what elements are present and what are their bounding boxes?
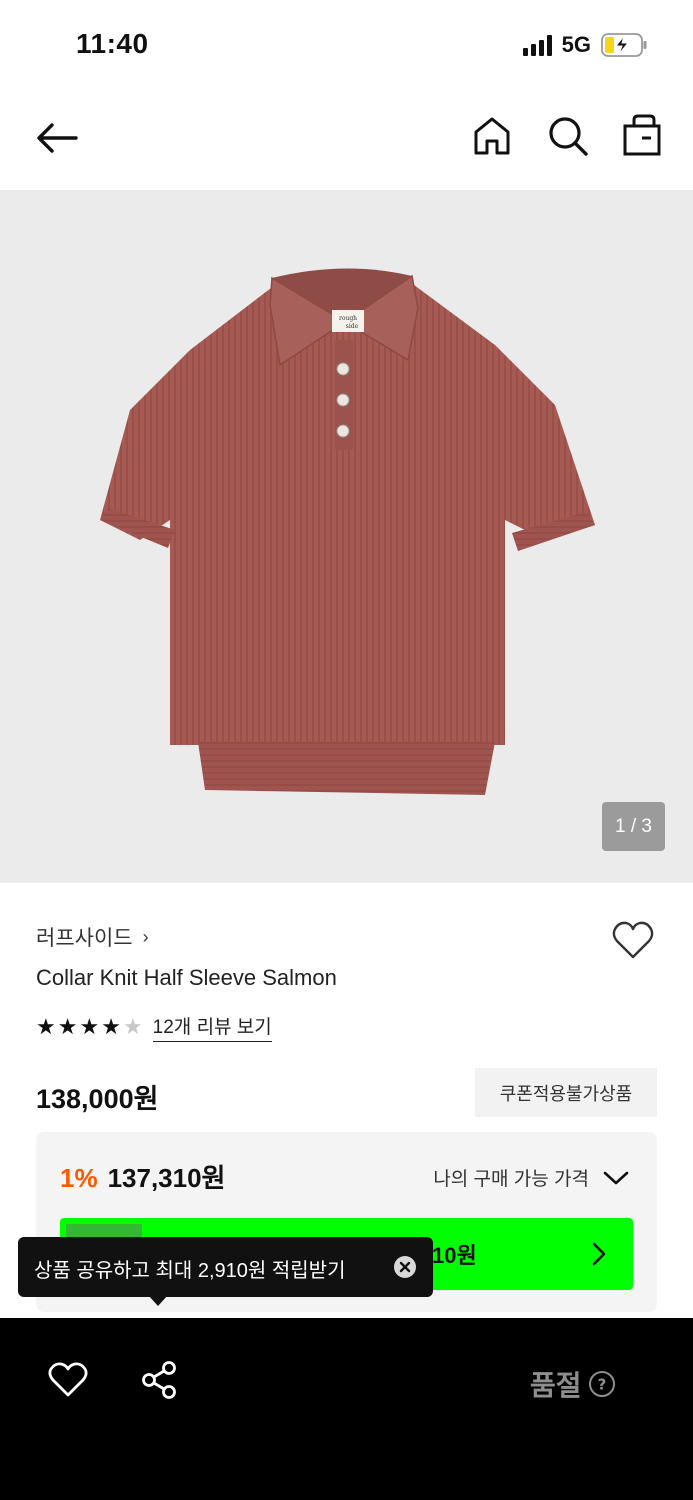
help-icon[interactable]: ? <box>588 1370 616 1398</box>
bottom-action-bar: 품절 ? <box>0 1318 693 1500</box>
star-icon: ★ <box>57 1014 78 1039</box>
soldout-button[interactable]: 품절 ? <box>530 1364 616 1404</box>
star-icon: ★ <box>79 1014 100 1039</box>
network-label: 5G <box>561 32 591 57</box>
battery-icon <box>601 33 647 57</box>
my-price-label: 나의 구매 가능 가격 <box>433 1169 589 1190</box>
svg-text:?: ? <box>597 1376 606 1394</box>
product-title: Collar Knit Half Sleeve Salmon <box>36 965 337 990</box>
chevron-right-icon: › <box>142 926 149 947</box>
rating-row: ★ ★ ★ ★ ★ 12개 리뷰 보기 <box>36 1012 272 1042</box>
tooltip-text: 상품 공유하고 최대 2,910원 적립받기 <box>34 1260 346 1282</box>
home-icon[interactable] <box>470 114 514 158</box>
soldout-label: 품절 <box>530 1370 582 1401</box>
image-counter: 1 / 3 <box>602 802 665 851</box>
coupon-badge: 쿠폰적용불가상품 <box>475 1068 657 1117</box>
my-price-toggle[interactable]: 나의 구매 가능 가격 <box>433 1164 629 1191</box>
heart-icon[interactable] <box>48 1362 88 1398</box>
product-image: rough side <box>100 268 595 795</box>
brand-name: 러프사이드 <box>36 927 133 950</box>
tooltip-tail <box>148 1295 168 1306</box>
search-icon[interactable] <box>546 114 590 158</box>
product-price: 138,000원 <box>36 1084 159 1114</box>
share-reward-tooltip: 상품 공유하고 최대 2,910원 적립받기 <box>18 1237 433 1306</box>
chevron-right-icon <box>592 1242 606 1266</box>
star-empty-icon: ★ <box>122 1014 143 1039</box>
status-bar: 11:40 5G <box>0 0 693 92</box>
wishlist-heart-icon[interactable] <box>611 920 655 960</box>
chevron-down-icon <box>603 1171 629 1184</box>
review-link[interactable]: 12개 리뷰 보기 <box>152 1012 272 1042</box>
status-indicators: 5G <box>522 32 647 58</box>
discount-price: 137,310원 <box>107 1163 226 1193</box>
brand-label-bottom: side <box>346 323 359 330</box>
product-image-carousel[interactable]: rough side 1 / 3 <box>0 190 693 883</box>
status-time: 11:40 <box>76 28 149 59</box>
shopping-bag-icon[interactable] <box>620 112 664 158</box>
discount-row: 1% 137,310원 <box>60 1158 225 1195</box>
top-nav <box>0 92 693 190</box>
signal-icon <box>522 34 552 56</box>
star-rating: ★ ★ ★ ★ ★ <box>36 1016 143 1038</box>
star-icon: ★ <box>36 1014 56 1039</box>
close-icon[interactable] <box>393 1255 417 1279</box>
brand-label-top: rough <box>339 315 357 322</box>
back-arrow-icon[interactable] <box>30 114 82 162</box>
benefit-amount: 10원 <box>432 1243 477 1268</box>
share-icon[interactable] <box>140 1360 178 1400</box>
discount-percent: 1% <box>60 1163 98 1193</box>
star-icon: ★ <box>101 1014 121 1039</box>
benefit-thumbnail <box>66 1224 142 1238</box>
brand-link[interactable]: 러프사이드 › <box>36 922 149 952</box>
